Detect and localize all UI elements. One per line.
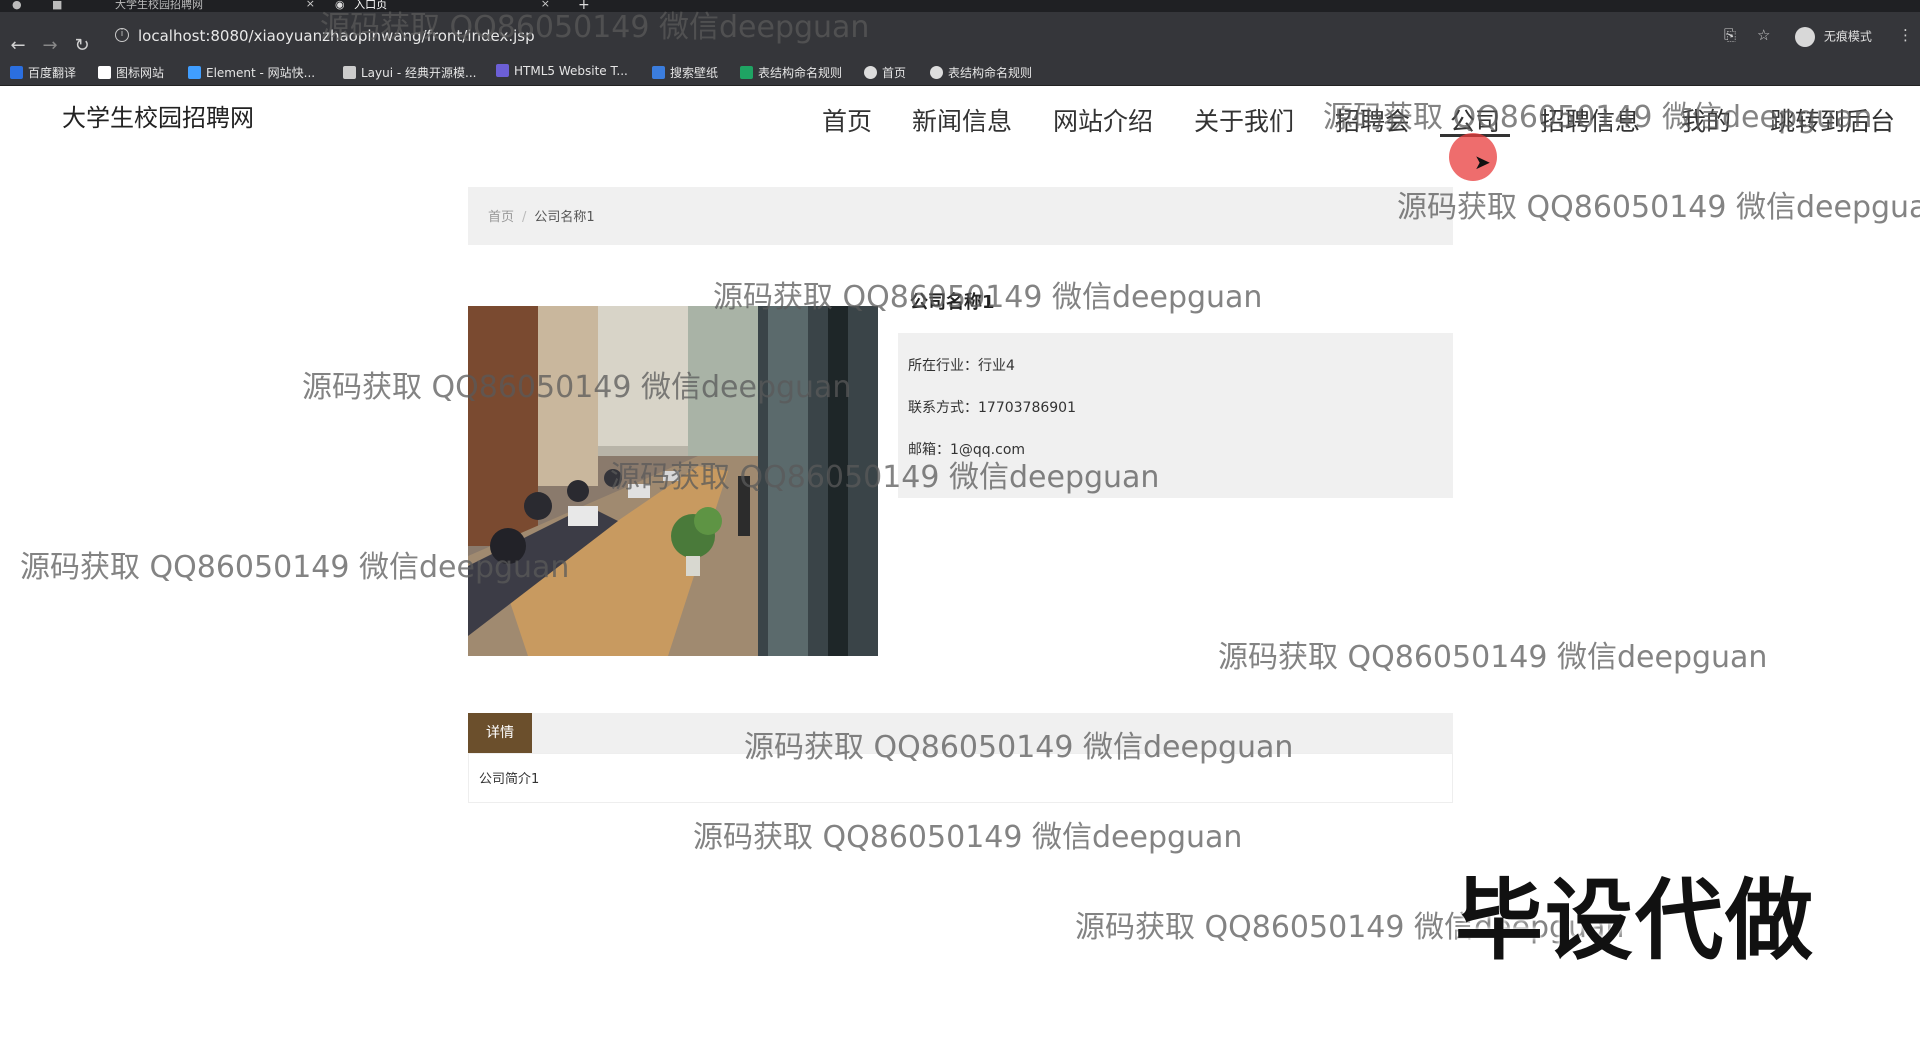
- menu-dots-icon[interactable]: ⋮: [1898, 26, 1913, 44]
- watermark-text: 源码获取 QQ86050149 微信deepguan: [1218, 640, 1768, 675]
- browser-tab-1[interactable]: 大学生校园招聘网 ×: [115, 0, 315, 12]
- nav-home[interactable]: 首页: [822, 102, 872, 138]
- watermark-text: 源码获取 QQ86050149 微信deepguan: [610, 460, 1160, 495]
- bookmark-item[interactable]: 表结构命名规则: [930, 64, 1032, 81]
- bookmark-item[interactable]: 图标网站: [98, 64, 164, 81]
- tab-search-icon[interactable]: ■: [52, 0, 68, 12]
- tab-title: 大学生校园招聘网: [115, 0, 203, 11]
- mouse-cursor-icon: ➤: [1474, 150, 1491, 174]
- forward-icon[interactable]: →: [40, 37, 60, 55]
- globe-icon: [864, 66, 877, 79]
- breadcrumb: 首页 / 公司名称1: [468, 187, 1453, 245]
- watermark-text: 源码获取 QQ86050149 微信deepguan: [693, 820, 1243, 855]
- bookmark-item[interactable]: HTML5 Website T...: [496, 64, 628, 78]
- watermark-text: 源码获取 QQ86050149 微信deepguan: [302, 370, 852, 405]
- incognito-icon: [1795, 27, 1815, 47]
- phone-value: 17703786901: [978, 400, 1076, 416]
- nav-about-site[interactable]: 网站介绍: [1053, 102, 1153, 138]
- close-icon[interactable]: ×: [306, 0, 315, 9]
- breadcrumb-home[interactable]: 首页: [488, 210, 514, 225]
- industry-label: 所在行业：: [908, 358, 978, 374]
- translate-app-icon: [10, 66, 23, 79]
- translate-icon[interactable]: ⎘: [1724, 26, 1736, 44]
- watermark-text: 源码获取 QQ86050149 微信deepguan: [744, 730, 1294, 765]
- tab-detail[interactable]: 详情: [468, 713, 532, 753]
- breadcrumb-current: 公司名称1: [534, 210, 595, 225]
- reload-icon[interactable]: ↻: [72, 37, 92, 55]
- star-icon[interactable]: ☆: [1757, 26, 1770, 44]
- nav-about-us[interactable]: 关于我们: [1194, 102, 1294, 138]
- browser-menu-icon[interactable]: ●: [12, 0, 22, 12]
- nav-news[interactable]: 新闻信息: [912, 102, 1012, 138]
- bookmark-item[interactable]: Layui - 经典开源模...: [343, 64, 476, 81]
- breadcrumb-separator: /: [522, 210, 527, 225]
- promo-stamp: 毕设代做: [1455, 869, 1816, 972]
- industry-row: 所在行业：行业4: [908, 345, 1443, 387]
- phone-row: 联系方式：17703786901: [908, 387, 1443, 429]
- layui-logo-icon: [343, 66, 356, 79]
- html5-icon: [496, 64, 509, 77]
- profile-label: 无痕模式: [1823, 29, 1872, 44]
- bookmark-item[interactable]: 搜索壁纸: [652, 64, 718, 81]
- bookmark-item[interactable]: 百度翻译: [10, 64, 76, 81]
- industry-value: 行业4: [978, 358, 1015, 374]
- bookmarks-bar: 百度翻译 图标网站 Element - 网站快... Layui - 经典开源模…: [0, 58, 1920, 86]
- watermark-text: 源码获取 QQ86050149 微信deepguan: [1397, 190, 1920, 225]
- phone-label: 联系方式：: [908, 400, 978, 416]
- globe-icon: [930, 66, 943, 79]
- watermark-text: 源码获取 QQ86050149 微信deepguan: [713, 280, 1263, 315]
- bookmark-item[interactable]: 首页: [864, 64, 906, 81]
- watermark-text: 源码获取 QQ86050149 微信deepguan: [20, 550, 570, 585]
- flag-icon: [98, 66, 111, 79]
- info-icon[interactable]: i: [115, 28, 129, 42]
- profile-button[interactable]: 无痕模式: [1795, 27, 1872, 47]
- element-logo-icon: [188, 66, 201, 79]
- watermark-text: 源码获取 QQ86050149 微信deepguan: [1323, 100, 1873, 135]
- site-title[interactable]: 大学生校园招聘网: [62, 98, 254, 133]
- browser-tab-bar: ● ■ 大学生校园招聘网 × ◉ 入口页 × +: [0, 0, 1920, 12]
- back-icon[interactable]: ←: [8, 37, 28, 55]
- sheet-icon: [740, 66, 753, 79]
- wallpaper-icon: [652, 66, 665, 79]
- bookmark-item[interactable]: Element - 网站快...: [188, 64, 315, 81]
- watermark-text: 源码获取 QQ86050149 微信deepguan: [320, 10, 870, 45]
- bookmark-item[interactable]: 表结构命名规则: [740, 64, 842, 81]
